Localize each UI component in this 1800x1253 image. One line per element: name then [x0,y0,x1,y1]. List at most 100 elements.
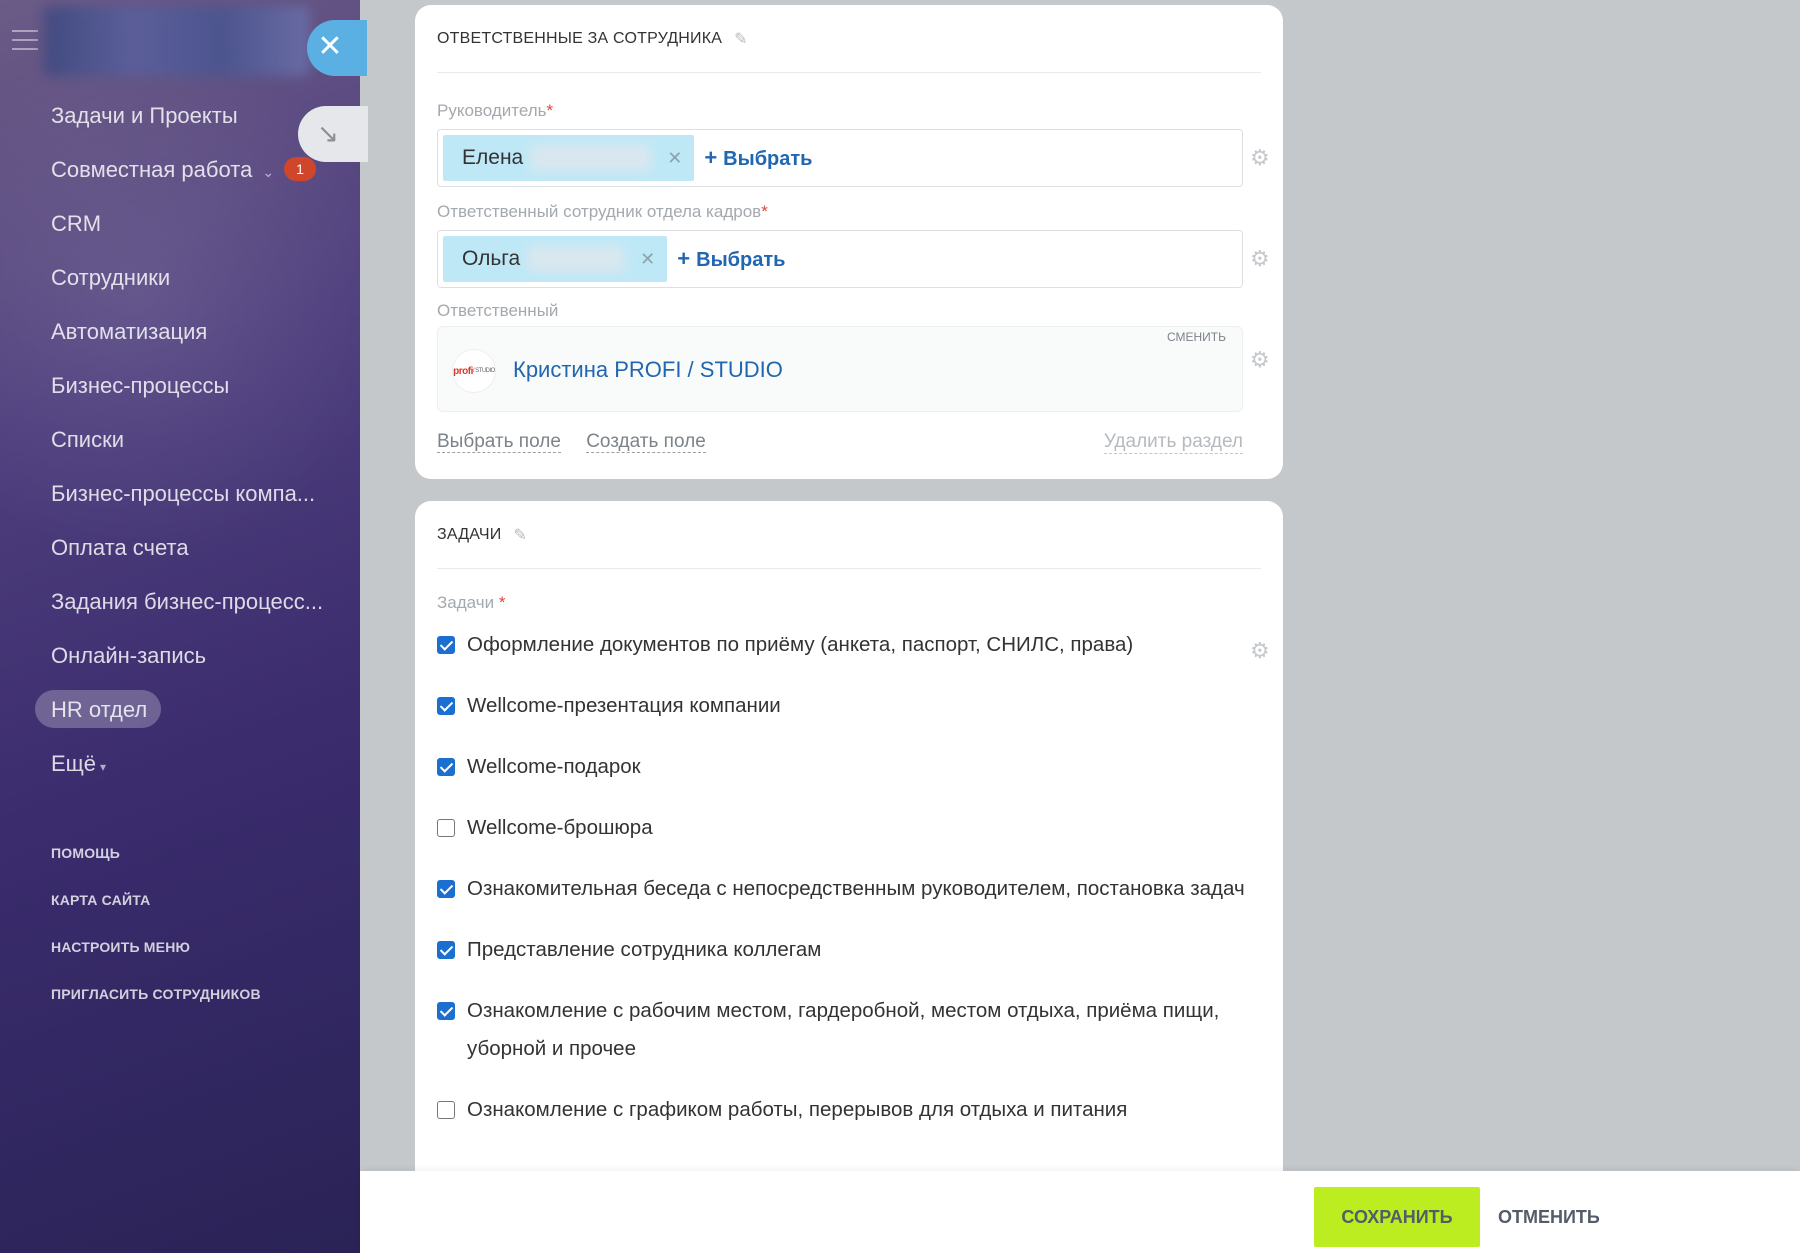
list-item[interactable]: Wellcome-презентация компании [437,687,1247,725]
sidebar-item-label: Бизнес-процессы [51,373,230,398]
sidebar-item-label: Сотрудники [51,265,171,290]
help-link[interactable]: Помощь [51,838,261,885]
portal-logo[interactable] [44,6,310,76]
sidebar-item-label: Задания бизнес-процесс... [51,589,324,614]
sidebar-item-label: Онлайн-запись [51,643,207,668]
task-checkbox[interactable] [437,1002,455,1020]
sidebar-item-more[interactable]: Ещё ▾ [0,740,360,794]
save-button[interactable]: Сохранить [1314,1187,1480,1247]
sidebar-item-lists[interactable]: Списки [0,416,360,470]
task-label: Wellcome-брошюра [467,816,653,839]
sidebar-item-business-processes[interactable]: Бизнес-процессы [0,362,360,416]
configure-menu-link[interactable]: Настроить меню [51,932,261,979]
pick-user-button[interactable]: + Выбрать [677,246,785,272]
task-checkbox[interactable] [437,697,455,715]
pencil-icon[interactable]: ✎ [734,29,748,49]
sidebar-item-label: Оплата счета [51,535,189,560]
close-slider-button[interactable]: ✕ [307,20,367,76]
section-footer-links: Выбрать поле Создать поле Удалить раздел [437,431,1243,454]
change-responsible-button[interactable]: сменить [1167,330,1226,344]
task-label: Оформление документов по приёму (анкета,… [467,633,1134,656]
sidebar-footer: Помощь Карта сайта Настроить меню Пригла… [51,838,261,1026]
gear-icon[interactable]: ⚙ [1250,148,1272,170]
sidebar-item-hr[interactable]: HR отдел [0,686,360,740]
minimize-slider-button[interactable]: ↘ [298,106,368,162]
sidebar-item-automation[interactable]: Автоматизация [0,308,360,362]
field-label-hr: Ответственный сотрудник отдела кадров* [437,202,768,221]
sidebar-item-label: CRM [51,211,102,236]
field-label-tasks: Задачи * [437,593,506,612]
task-label: Представление сотрудника коллегам [467,938,822,961]
responsible-user-link[interactable]: Кристина PROFI / STUDIO [513,357,783,383]
select-field-link[interactable]: Выбрать поле [437,431,561,453]
sidebar-item-label: Совместная работа [51,157,253,182]
user-chip: Ольга ✕ [443,236,668,282]
pencil-icon[interactable]: ✎ [514,525,528,545]
sidebar-item-employees[interactable]: Сотрудники [0,254,360,308]
redacted-surname [531,145,652,171]
chip-name: Ольга [462,247,521,270]
remove-icon[interactable]: ✕ [667,148,682,169]
sidebar-item-label: Бизнес-процессы компа... [51,481,316,506]
task-label: Wellcome-подарок [467,755,641,778]
sidebar-item-online-booking[interactable]: Онлайн-запись [0,632,360,686]
sidebar-item-label: Автоматизация [51,319,208,344]
sitemap-link[interactable]: Карта сайта [51,885,261,932]
list-item[interactable]: Ознакомительная беседа с непосредственны… [437,870,1247,908]
delete-section-link[interactable]: Удалить раздел [1103,431,1243,454]
gear-icon[interactable]: ⚙ [1250,350,1272,372]
task-checkbox[interactable] [437,941,455,959]
chevron-down-icon[interactable]: ⌄ [262,164,274,180]
list-item[interactable]: Представление сотрудника коллегам [437,931,1247,969]
notification-badge: 1 [284,157,317,182]
plus-icon: + [677,246,691,271]
task-checklist: Оформление документов по приёму (анкета,… [437,626,1247,1152]
sidebar-item-crm[interactable]: CRM [0,200,360,254]
manager-field[interactable]: Елена ✕ + Выбрать [437,129,1243,187]
section-header: ЗАДАЧИ ✎ [437,501,1261,569]
task-checkbox[interactable] [437,636,455,654]
sidebar-item-invoice-payment[interactable]: Оплата счета [0,524,360,578]
sidebar-item-company-processes[interactable]: Бизнес-процессы компа... [0,470,360,524]
plus-icon: + [704,145,718,170]
sidebar-item-label: Ещё [51,751,97,776]
chevron-down-icon: ▾ [100,760,107,774]
invite-employees-link[interactable]: Пригласить сотрудников [51,979,261,1026]
responsible-field: сменить profi / STUDIO Кристина PROFI / S… [437,326,1243,412]
field-label-manager: Руководитель* [437,101,554,120]
list-item[interactable]: Оформление документов по приёму (анкета,… [437,626,1247,664]
menu-burger-icon[interactable] [12,30,38,52]
close-icon: ✕ [317,29,343,64]
task-checkbox[interactable] [437,819,455,837]
sidebar-item-bp-assignments[interactable]: Задания бизнес-процесс... [0,578,360,632]
cancel-button[interactable]: Отменить [1498,1187,1600,1247]
task-label: Ознакомительная беседа с непосредственны… [467,877,1245,900]
gear-icon[interactable]: ⚙ [1250,641,1272,663]
gear-icon[interactable]: ⚙ [1250,249,1272,271]
list-item[interactable]: Ознакомление с рабочим местом, гардеробн… [437,992,1247,1068]
sidebar-item-label: Задачи и Проекты [51,103,238,128]
responsible-section: ОТВЕТСТВЕННЫЕ ЗА СОТРУДНИКА ✎ Руководите… [415,5,1283,479]
pick-user-button[interactable]: + Выбрать [704,145,812,171]
hr-field[interactable]: Ольга ✕ + Выбрать [437,230,1243,288]
task-checkbox[interactable] [437,880,455,898]
sidebar-item-label: HR отдел [51,697,148,722]
avatar: profi / STUDIO [452,349,496,393]
create-field-link[interactable]: Создать поле [586,431,706,453]
section-header: ОТВЕТСТВЕННЫЕ ЗА СОТРУДНИКА ✎ [437,5,1261,73]
task-label: Wellcome-презентация компании [467,694,781,717]
task-label: Ознакомление с графиком работы, перерыво… [467,1098,1128,1121]
task-checkbox[interactable] [437,758,455,776]
list-item[interactable]: Ознакомление с графиком работы, перерыво… [437,1091,1247,1129]
form-action-bar: Сохранить Отменить [360,1171,1800,1253]
remove-icon[interactable]: ✕ [640,249,655,270]
list-item[interactable]: Wellcome-подарок [437,748,1247,786]
task-checkbox[interactable] [437,1101,455,1119]
section-title: ЗАДАЧИ [437,525,502,543]
left-sidebar: Задачи и Проекты Совместная работа ⌄ 1 CRM… [0,0,360,1253]
list-item[interactable]: Wellcome-брошюра [437,809,1247,847]
user-chip: Елена ✕ [443,135,695,181]
sidebar-menu: Задачи и Проекты Совместная работа ⌄ 1 CRM… [0,92,360,794]
collapse-arrow-icon: ↘ [317,119,339,149]
field-label-responsible: Ответственный [437,301,559,320]
